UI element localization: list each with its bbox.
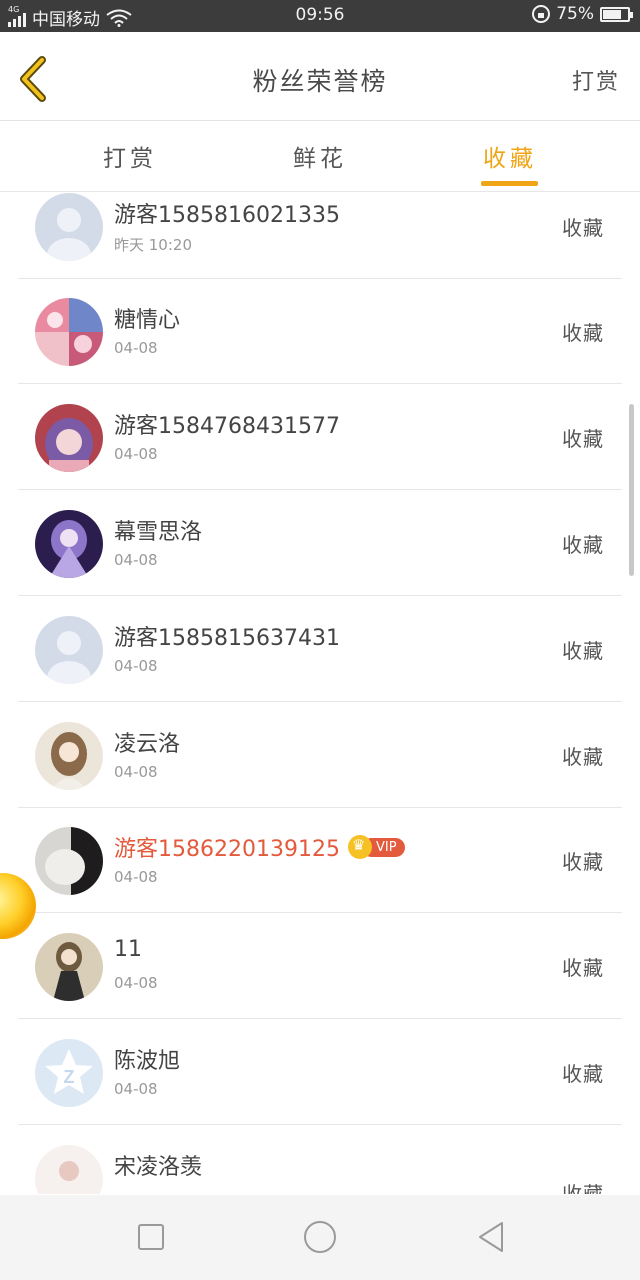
fan-name: 游客1586220139125 VIP bbox=[114, 831, 405, 863]
fan-list: 游客1585816021335 昨天 10:20 收藏 糖情心 04-08 收藏… bbox=[0, 192, 640, 1194]
avatar bbox=[35, 827, 103, 895]
tab-favorites[interactable]: 收藏 bbox=[450, 139, 570, 173]
tab-bar: 打赏 鲜花 收藏 bbox=[0, 121, 640, 192]
row-action-label: 收藏 bbox=[562, 216, 604, 240]
row-action-label: 收藏 bbox=[562, 956, 604, 980]
row-action-label: 收藏 bbox=[562, 1182, 604, 1194]
system-nav-bar bbox=[0, 1195, 640, 1280]
battery-fill bbox=[603, 9, 621, 19]
fan-date: 04-08 bbox=[114, 1080, 158, 1098]
status-bar: 4G 中国移动 09:56 75% bbox=[0, 0, 640, 32]
app-header: 粉丝荣誉榜 打赏 bbox=[0, 32, 640, 121]
fan-name: 凌云洛 bbox=[114, 732, 181, 757]
list-item[interactable]: 11 04-08 收藏 bbox=[18, 914, 622, 1019]
row-action-label: 收藏 bbox=[562, 850, 604, 874]
fan-name: 游客1584768431577 bbox=[114, 414, 340, 439]
list-item[interactable]: 宋凌洛羡 收藏 bbox=[18, 1126, 622, 1194]
list-item[interactable]: 游客1585816021335 昨天 10:20 收藏 bbox=[18, 192, 622, 279]
circle-icon[interactable] bbox=[300, 1217, 340, 1257]
list-item[interactable]: 游客1586220139125 VIP 04-08 收藏 bbox=[18, 808, 622, 913]
row-action-label: 收藏 bbox=[562, 745, 604, 769]
row-action-label: 收藏 bbox=[562, 1062, 604, 1086]
list-item[interactable]: 游客1584768431577 04-08 收藏 bbox=[18, 385, 622, 490]
tab-flowers[interactable]: 鲜花 bbox=[260, 139, 380, 173]
scrollbar[interactable] bbox=[629, 404, 634, 576]
svg-text:Z: Z bbox=[64, 1067, 75, 1087]
list-item[interactable]: Z 陈波旭 04-08 收藏 bbox=[18, 1020, 622, 1125]
fan-name: 糖情心 bbox=[114, 308, 181, 333]
fan-name: 幕雪思洛 bbox=[114, 520, 203, 545]
fan-date: 04-08 bbox=[114, 868, 158, 886]
avatar bbox=[35, 404, 103, 472]
list-item[interactable]: 糖情心 04-08 收藏 bbox=[18, 279, 622, 384]
row-action-label: 收藏 bbox=[562, 639, 604, 663]
avatar bbox=[35, 933, 103, 1001]
row-action-label: 收藏 bbox=[562, 321, 604, 345]
reward-button[interactable]: 打赏 bbox=[572, 64, 620, 96]
vip-badge: VIP bbox=[347, 835, 405, 859]
avatar bbox=[35, 1145, 103, 1194]
avatar bbox=[35, 616, 103, 684]
avatar bbox=[35, 510, 103, 578]
fan-name-text: 游客1586220139125 bbox=[114, 837, 340, 862]
row-action-label: 收藏 bbox=[562, 533, 604, 557]
avatar bbox=[35, 722, 103, 790]
fan-date: 04-08 bbox=[114, 445, 158, 463]
battery-percent: 75% bbox=[556, 4, 594, 24]
triangle-back-icon[interactable] bbox=[472, 1217, 512, 1257]
list-item[interactable]: 幕雪思洛 04-08 收藏 bbox=[18, 491, 622, 596]
fan-date: 04-08 bbox=[114, 551, 158, 569]
page-title: 粉丝荣誉榜 bbox=[252, 67, 388, 96]
fan-name: 游客1585816021335 bbox=[114, 203, 340, 228]
avatar: Z bbox=[35, 1039, 103, 1107]
fan-name: 游客1585815637431 bbox=[114, 626, 340, 651]
list-item[interactable]: 凌云洛 04-08 收藏 bbox=[18, 703, 622, 808]
fan-date: 04-08 bbox=[114, 339, 158, 357]
active-tab-indicator bbox=[481, 181, 538, 186]
rotation-lock-icon bbox=[532, 5, 551, 23]
list-item[interactable]: 游客1585815637431 04-08 收藏 bbox=[18, 597, 622, 702]
fan-date: 04-08 bbox=[114, 763, 158, 781]
fan-date: 昨天 10:20 bbox=[114, 236, 192, 254]
fan-name: 11 bbox=[114, 937, 142, 962]
status-right: 75% bbox=[532, 4, 633, 24]
fan-name: 宋凌洛羡 bbox=[114, 1155, 203, 1180]
tab-reward[interactable]: 打赏 bbox=[70, 139, 190, 173]
fan-date: 04-08 bbox=[114, 974, 158, 992]
fan-name: 陈波旭 bbox=[114, 1049, 181, 1074]
crown-icon bbox=[347, 835, 372, 859]
square-icon[interactable] bbox=[131, 1217, 171, 1257]
fan-date: 04-08 bbox=[114, 657, 158, 675]
avatar bbox=[35, 193, 103, 261]
battery-icon bbox=[600, 6, 633, 22]
row-action-label: 收藏 bbox=[562, 427, 604, 451]
avatar bbox=[35, 298, 103, 366]
